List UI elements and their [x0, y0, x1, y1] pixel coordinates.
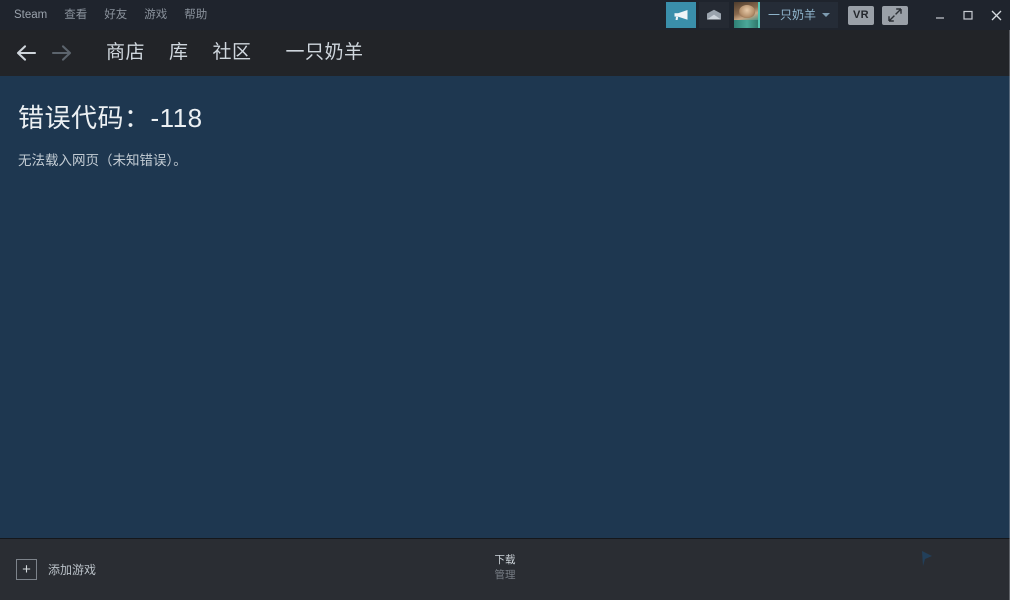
arrow-left-icon	[16, 45, 37, 61]
nav-links: 商店 库 社区 一只奶羊	[94, 41, 376, 65]
broadcast-megaphone-icon	[674, 10, 688, 20]
nav-link-community[interactable]: 社区	[201, 41, 264, 65]
username-label: 一只奶羊	[767, 8, 816, 22]
menu-item-friends[interactable]: 好友	[96, 5, 136, 25]
error-message: 无法载入网页（未知错误）。	[18, 153, 187, 168]
menu-item-help[interactable]: 帮助	[176, 5, 216, 25]
chevron-down-icon	[822, 13, 830, 17]
page-content: 错误代码：-118 无法载入网页（未知错误）。	[0, 76, 1010, 538]
minimize-button[interactable]	[926, 0, 954, 30]
error-title: 错误代码：-118	[18, 103, 203, 133]
menu-item-steam[interactable]: Steam	[9, 5, 56, 25]
broadcast-button[interactable]	[665, 2, 696, 28]
downloads-status[interactable]: 下载 管理	[0, 554, 1010, 582]
mail-envelope-icon	[706, 9, 721, 20]
user-menu-button[interactable]: 一只奶羊	[733, 2, 838, 28]
maximize-button[interactable]	[954, 0, 982, 30]
steam-client-window: Steam 查看 好友 游戏 帮助 一只奶羊 VR 商店 库 社区 一只奶羊 错…	[0, 0, 1010, 600]
arrow-right-icon	[51, 45, 72, 61]
back-button[interactable]	[10, 36, 44, 70]
expand-diagonal-icon	[888, 8, 902, 22]
vr-label: VR	[853, 9, 869, 21]
forward-button[interactable]	[44, 36, 78, 70]
expand-button[interactable]	[882, 5, 908, 25]
navigation-bar: 商店 库 社区 一只奶羊	[0, 30, 1010, 76]
nav-link-library[interactable]: 库	[157, 41, 201, 65]
friends-chat-icon	[922, 551, 932, 566]
vr-button[interactable]: VR	[848, 5, 874, 25]
nav-link-store[interactable]: 商店	[94, 41, 157, 65]
menu-bar: Steam 查看 好友 游戏 帮助	[0, 5, 216, 25]
manage-label: 管理	[494, 569, 516, 581]
close-icon	[991, 10, 1001, 20]
downloads-label: 下载	[494, 554, 516, 566]
titlebar-controls: 一只奶羊 VR	[665, 0, 1010, 30]
friends-button[interactable]	[916, 549, 938, 576]
avatar	[733, 2, 760, 28]
nav-link-profile[interactable]: 一只奶羊	[264, 41, 376, 65]
bottom-bar: + 添加游戏 下载 管理	[0, 538, 1010, 600]
minimize-icon	[936, 17, 944, 19]
close-button[interactable]	[982, 0, 1010, 30]
menu-item-view[interactable]: 查看	[56, 5, 96, 25]
title-bar: Steam 查看 好友 游戏 帮助 一只奶羊 VR	[0, 0, 1010, 30]
menu-item-games[interactable]: 游戏	[136, 5, 176, 25]
maximize-icon	[963, 10, 973, 20]
mail-button[interactable]	[698, 2, 729, 28]
